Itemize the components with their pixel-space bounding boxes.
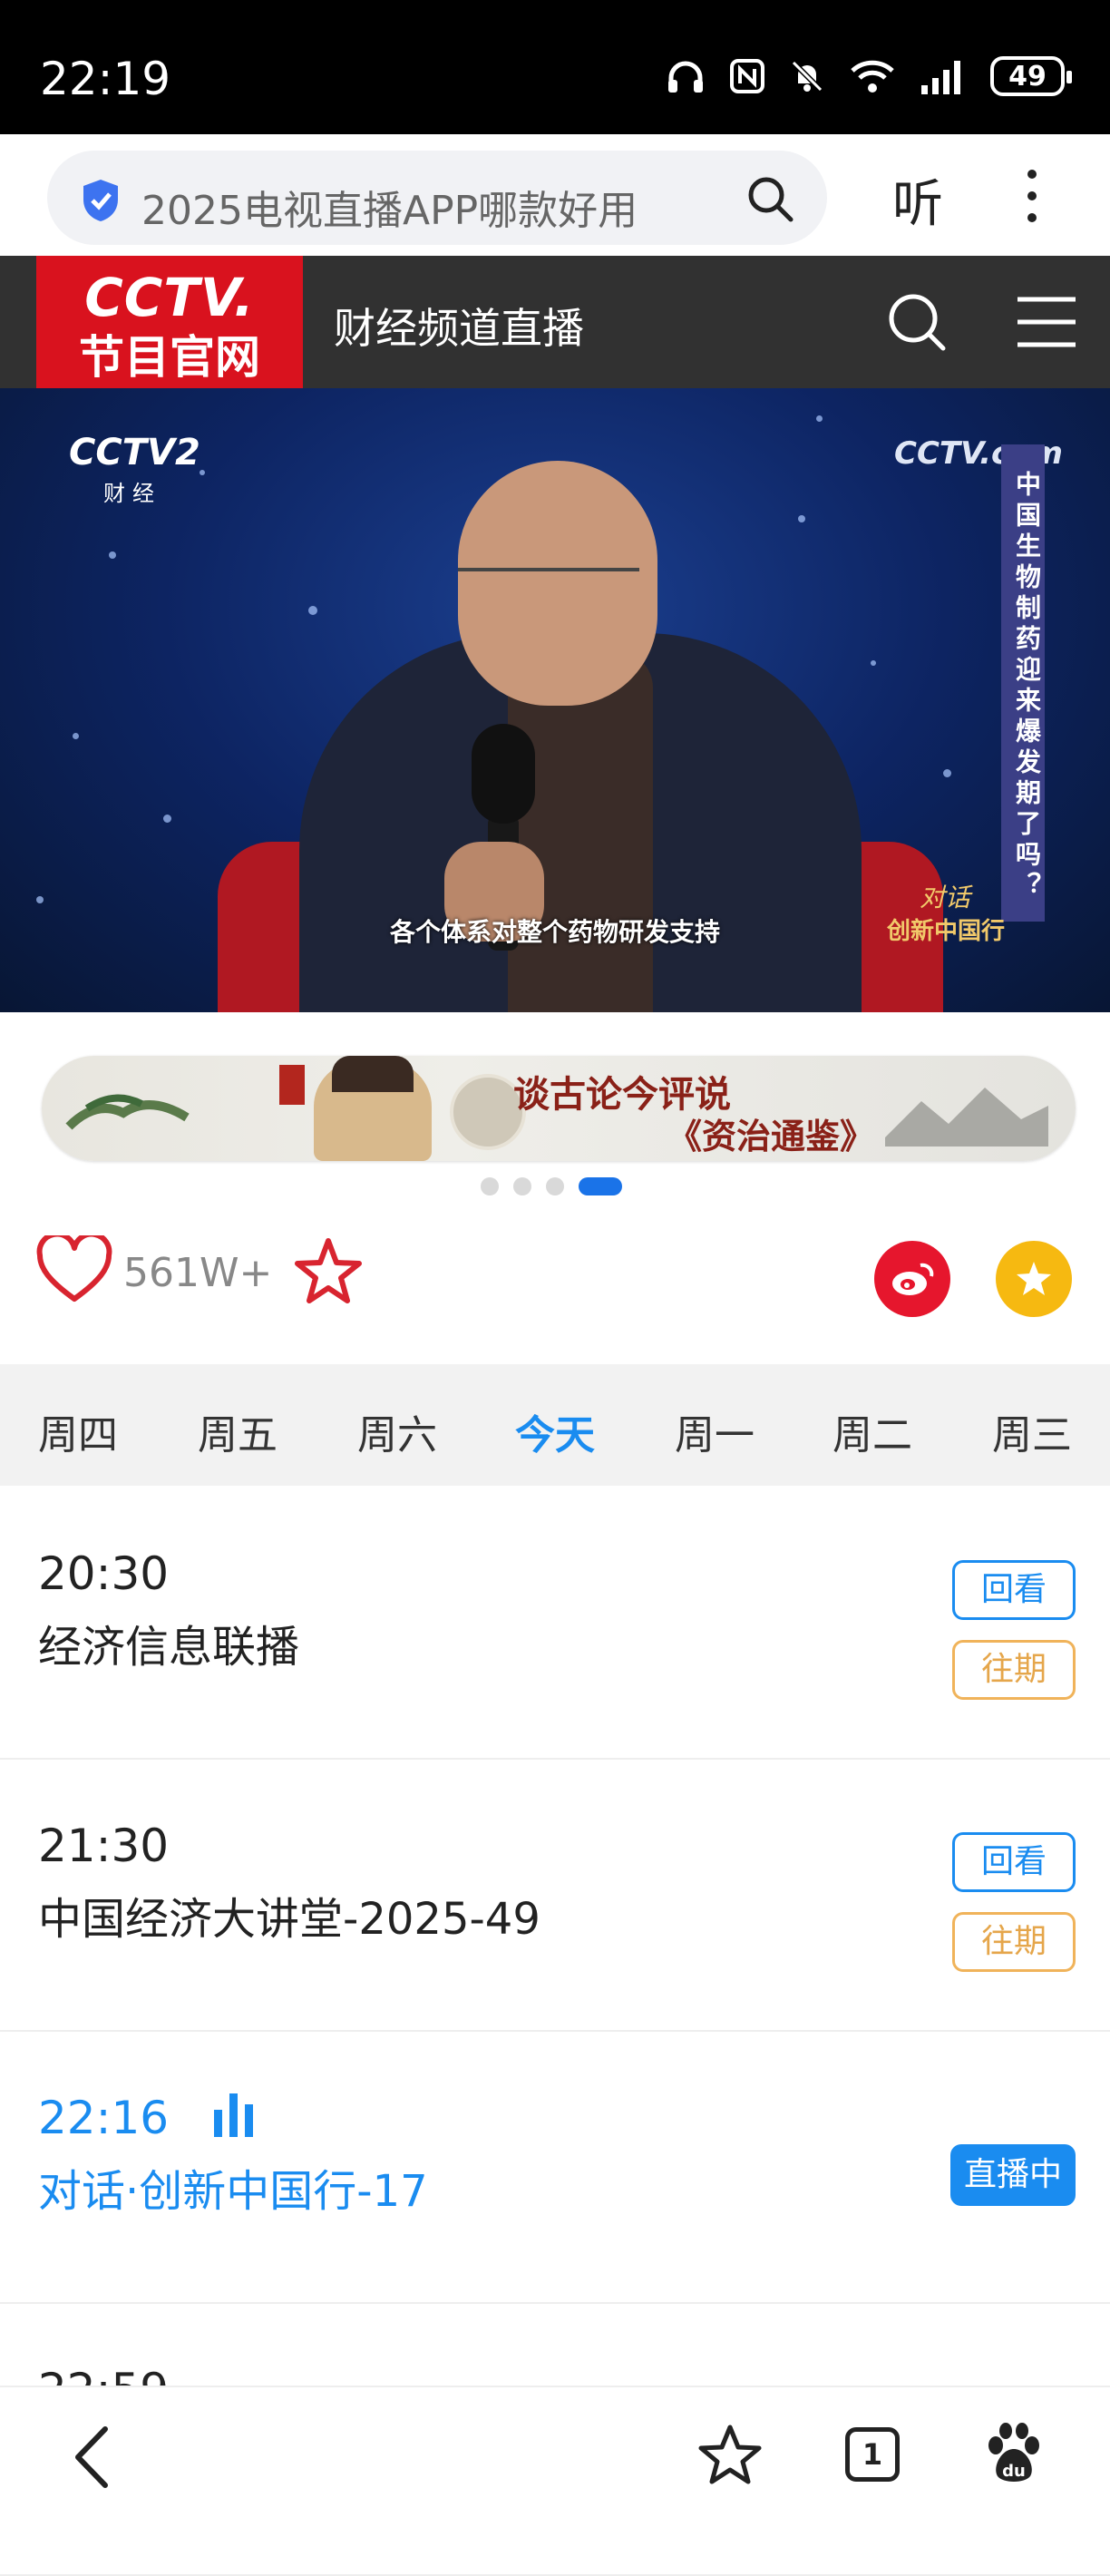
pager-dot[interactable] [513, 1177, 531, 1195]
bookmark-star-icon[interactable] [698, 2424, 762, 2485]
search-bar[interactable]: 2025电视直播APP哪款好用 [47, 151, 827, 245]
shield-icon [83, 180, 118, 221]
program-title: 对话·创新中国行-17 [38, 2166, 428, 2217]
cctv-logo[interactable]: CCTV. 节目官网 [36, 256, 303, 388]
video-player[interactable]: CCTV2 财经 CCTV.com 中国生物制药迎来爆发期了吗？ 对话 创新中国… [0, 388, 1110, 1012]
tab-today[interactable]: 今天 [515, 1402, 595, 1460]
live-now-button[interactable]: 直播中 [950, 2144, 1076, 2206]
promo-banner[interactable]: 谈古论今评说 《资治通鉴》 [42, 1056, 1076, 1161]
banner-title-line2: 《资治通鉴》 [667, 1116, 875, 1156]
pager-dot-active[interactable] [579, 1177, 622, 1195]
logo-top-text: CCTV. [84, 267, 255, 328]
program-title: 中国经济大讲堂-2025-49 [38, 1894, 540, 1945]
program-title: 经济信息联播 [38, 1622, 300, 1673]
search-icon[interactable] [745, 174, 794, 223]
signal-icon [921, 61, 960, 94]
site-header: CCTV. 节目官网 财经频道直播 [0, 256, 1110, 388]
headphones-icon [668, 61, 703, 93]
heart-icon[interactable] [36, 1235, 112, 1304]
tab-saturday[interactable]: 周六 [357, 1402, 437, 1460]
search-query[interactable]: 2025电视直播APP哪款好用 [141, 178, 638, 236]
past-episodes-button[interactable]: 往期 [952, 1640, 1076, 1700]
seal-icon [279, 1065, 305, 1105]
star-outline-icon[interactable] [294, 1237, 363, 1306]
svg-text:du: du [1002, 2462, 1026, 2481]
wifi-icon [851, 60, 894, 93]
status-icons: 49 [666, 56, 1072, 96]
pager-dot[interactable] [481, 1177, 499, 1195]
program-time: 21:30 [38, 1820, 170, 1872]
baidu-paw-icon[interactable]: du [985, 2422, 1043, 2485]
nfc-icon [730, 59, 764, 93]
program-item[interactable]: 20:30 经济信息联播 回看 往期 [0, 1488, 1110, 1760]
tab-tuesday[interactable]: 周二 [832, 1402, 912, 1460]
banner-pager [481, 1177, 622, 1195]
landscape-icon [885, 1088, 1048, 1147]
tab-friday[interactable]: 周五 [198, 1402, 278, 1460]
microphone [472, 724, 535, 824]
channel-sub: 财经 [103, 481, 161, 506]
favorite-button[interactable] [996, 1241, 1072, 1317]
search-icon[interactable] [885, 290, 949, 354]
browser-bar: 2025电视直播APP哪款好用 听 [0, 134, 1110, 256]
battery-level: 49 [1008, 60, 1047, 93]
menu-icon[interactable] [1016, 296, 1077, 348]
battery-indicator: 49 [990, 56, 1072, 96]
video-subtitle: 各个体系对整个药物研发支持 [389, 917, 720, 947]
like-count: 561W+ [123, 1250, 273, 1296]
pine-tree-icon [65, 1094, 190, 1130]
status-time: 22:19 [40, 53, 171, 105]
tab-monday[interactable]: 周一 [675, 1402, 755, 1460]
live-bars-icon [214, 2093, 253, 2137]
program-time: 20:30 [38, 1547, 170, 1600]
back-icon[interactable] [69, 2425, 114, 2489]
program-time: 22:16 [38, 2092, 170, 2144]
past-episodes-button[interactable]: 往期 [952, 1912, 1076, 1972]
tab-wednesday[interactable]: 周三 [992, 1402, 1072, 1460]
logo-bottom-text: 节目官网 [79, 331, 260, 384]
bottom-nav: 1 du [0, 2386, 1110, 2518]
tabs-button[interactable]: 1 [845, 2427, 900, 2482]
replay-button[interactable]: 回看 [952, 1832, 1076, 1892]
program-item-live[interactable]: 22:16 对话·创新中国行-17 直播中 [0, 2032, 1110, 2304]
more-menu-icon[interactable] [1019, 167, 1045, 225]
status-bar: 22:19 49 [0, 0, 1110, 134]
listen-button[interactable]: 听 [892, 163, 943, 237]
tab-thursday[interactable]: 周四 [38, 1402, 118, 1460]
show-logo-line1: 对话 [920, 883, 971, 912]
program-item[interactable]: 21:30 中国经济大讲堂-2025-49 回看 往期 [0, 1760, 1110, 2032]
channel-logo: CCTV2 [69, 432, 200, 473]
star-icon [1017, 1262, 1051, 1295]
mute-bell-icon [791, 60, 823, 93]
weibo-icon [892, 1263, 934, 1295]
day-tabs: 周四 周五 周六 今天 周一 周二 周三 [0, 1364, 1110, 1486]
pager-dot[interactable] [546, 1177, 564, 1195]
channel-title: 财经频道直播 [334, 304, 584, 353]
replay-button[interactable]: 回看 [952, 1560, 1076, 1620]
weibo-share-button[interactable] [874, 1241, 950, 1317]
vertical-banner: 中国生物制药迎来爆发期了吗？ [1001, 444, 1045, 922]
